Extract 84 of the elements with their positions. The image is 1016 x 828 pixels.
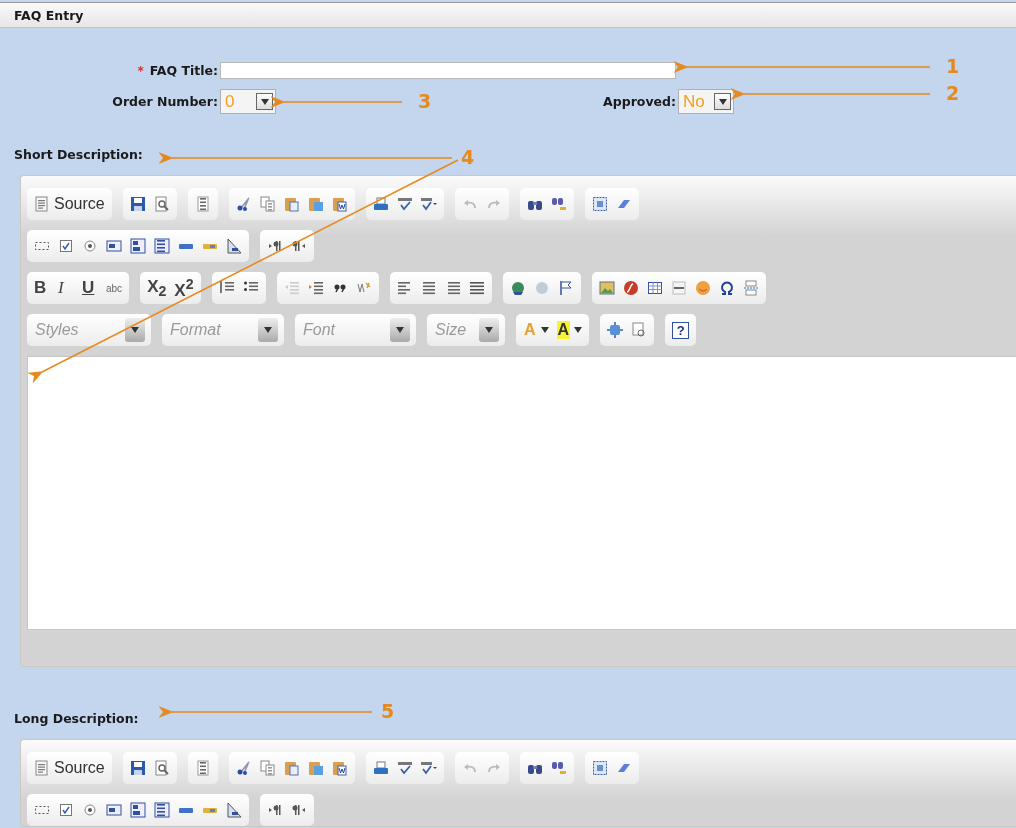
section-label: Short Description: <box>14 147 143 162</box>
callout-number: 4 <box>461 146 475 168</box>
document-icon <box>194 196 211 212</box>
justify-icon <box>468 280 485 296</box>
document-icon <box>34 760 50 776</box>
outdent-icon <box>283 280 300 296</box>
document-icon <box>34 196 50 212</box>
spellcheck-icon <box>396 760 413 776</box>
pilcrow-icon <box>267 238 283 254</box>
caret-icon <box>485 327 493 333</box>
preview-icon <box>153 760 170 776</box>
clipboard-icon <box>283 196 300 212</box>
field-label: Approved: <box>603 94 676 109</box>
field-label: Order Number: <box>112 94 218 109</box>
spellcheck-icon <box>420 196 437 212</box>
field-label: FAQ Title: <box>149 63 218 78</box>
format-button[interactable]: abc <box>103 275 126 301</box>
checkbox-icon <box>58 238 74 254</box>
caret-icon <box>540 327 549 333</box>
printer-icon <box>372 760 389 776</box>
scissors-icon <box>235 196 252 212</box>
pilcrow-icon <box>291 802 307 818</box>
omega-icon <box>718 280 735 296</box>
clipboard-icon <box>307 760 324 776</box>
list-box-icon <box>154 238 170 254</box>
caret-icon <box>574 327 583 333</box>
flash-icon <box>622 280 639 296</box>
printer-icon <box>372 196 389 212</box>
text-field-icon <box>106 802 122 818</box>
spellcheck-icon <box>396 196 413 212</box>
format-button[interactable]: U <box>79 275 101 301</box>
copy-icon <box>259 760 276 776</box>
panel-title: FAQ Entry <box>14 7 84 23</box>
maximize-icon <box>607 322 624 338</box>
pilcrow-icon <box>291 238 307 254</box>
script-button[interactable]: X$_{2}$ <box>144 275 170 301</box>
pilcrow-icon <box>267 802 283 818</box>
caret-icon <box>260 98 269 105</box>
color-button[interactable]: A <box>553 317 586 343</box>
numbered-list-icon <box>218 280 235 296</box>
save-icon <box>129 760 146 776</box>
text-field-icon <box>106 238 122 254</box>
callout-number: 5 <box>381 700 395 722</box>
spellcheck-icon <box>420 760 437 776</box>
title-input[interactable] <box>220 62 676 79</box>
clipboard-icon <box>307 196 324 212</box>
callout-number: 2 <box>946 82 960 104</box>
script-button[interactable]: X$^{2}$ <box>171 275 197 301</box>
copy-icon <box>259 196 276 212</box>
text-area-icon <box>130 802 146 818</box>
flag-icon <box>557 280 574 296</box>
page-break-icon <box>742 280 759 296</box>
table-icon <box>646 280 663 296</box>
required-mark: * <box>137 63 144 78</box>
radio-icon <box>82 802 98 818</box>
indent-icon <box>307 280 324 296</box>
align-left-icon <box>396 280 413 296</box>
smiley-icon <box>694 280 711 296</box>
clipboard-icon <box>283 760 300 776</box>
caret-icon <box>718 98 727 105</box>
radio-icon <box>82 238 98 254</box>
triangle-ruler-icon <box>226 238 242 254</box>
list-box-icon <box>154 802 170 818</box>
triangle-ruler-icon <box>226 802 242 818</box>
document-icon <box>194 760 211 776</box>
caret-icon <box>131 327 139 333</box>
text-area-icon <box>130 238 146 254</box>
image-icon <box>598 280 615 296</box>
save-icon <box>129 196 146 212</box>
clipboard-icon <box>331 196 348 212</box>
section-label: Long Description: <box>14 711 139 726</box>
caret-icon <box>264 327 272 333</box>
callout-number: 1 <box>946 55 960 77</box>
callout-number: 3 <box>418 90 432 112</box>
format-button[interactable]: B <box>31 275 53 301</box>
preview-icon <box>153 196 170 212</box>
select-all-icon <box>591 196 608 212</box>
format-button[interactable]: I <box>55 275 77 301</box>
checkbox-icon <box>58 802 74 818</box>
clipboard-icon <box>331 760 348 776</box>
select-all-icon <box>591 760 608 776</box>
align-center-icon <box>420 280 437 296</box>
scissors-icon <box>235 760 252 776</box>
caret-icon <box>396 327 404 333</box>
